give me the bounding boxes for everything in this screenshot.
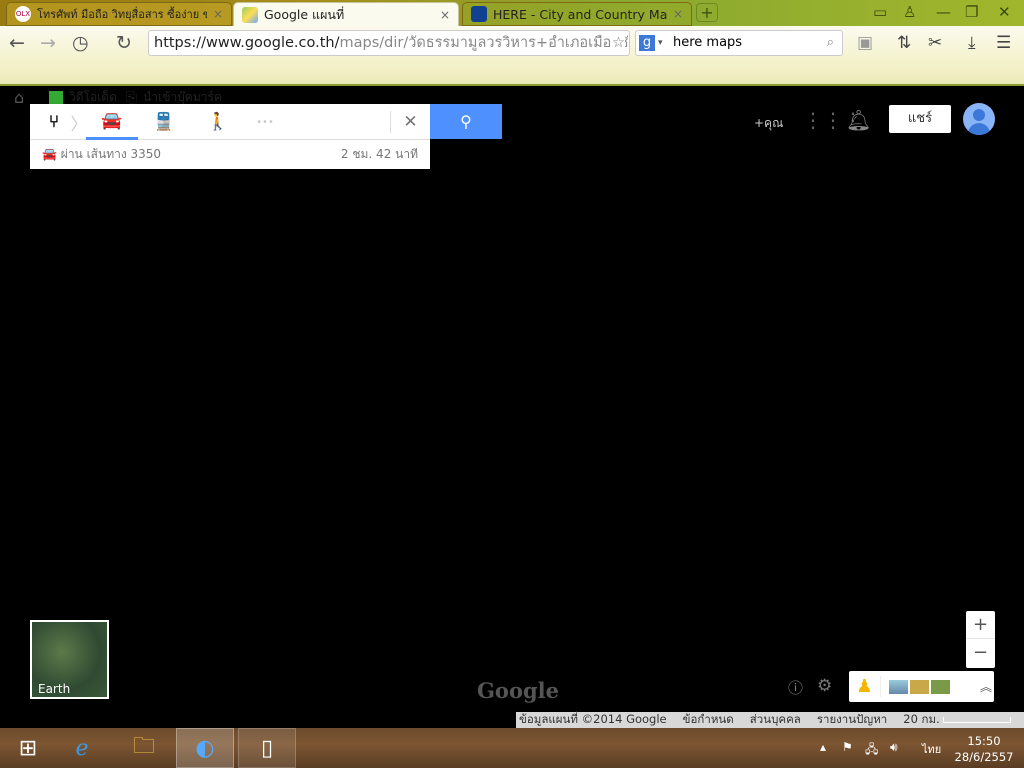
clock[interactable]: 15:50 28/6/2557 — [950, 733, 1018, 765]
new-tab-button[interactable]: + — [696, 3, 718, 22]
privacy-link[interactable]: ส่วนบุคคล — [750, 711, 801, 729]
search-button[interactable]: ⚲ — [430, 104, 502, 139]
map-data-credit: ข้อมูลแผนที่ ©2014 Google — [519, 712, 667, 726]
scissors-icon[interactable]: ✂ — [928, 33, 942, 53]
tab-strip: OLX โทรศัพท์ มือถือ วิทยุสื่อสาร ซื้อง่า… — [0, 0, 1024, 26]
sync-icon[interactable]: ⇅ — [897, 33, 911, 53]
scale-bar[interactable]: 20 กม. — [903, 711, 1012, 729]
file-explorer-icon[interactable]: 🗀 — [116, 728, 172, 768]
restore-icon[interactable]: ❐ — [965, 3, 978, 21]
back-icon[interactable]: ← — [9, 32, 25, 54]
car-icon: 🚘 — [42, 147, 57, 161]
walk-mode-tab[interactable]: 🚶 — [200, 104, 236, 140]
zoom-in-button[interactable]: + — [966, 611, 995, 639]
search-icon[interactable]: ⌕ — [827, 31, 834, 55]
more-modes-button[interactable]: ••• — [250, 104, 280, 140]
share-button[interactable]: แชร์ — [889, 105, 951, 133]
plus-you-link[interactable]: +คุณ — [754, 114, 783, 133]
url-path: maps/dir/วัดธรรมามูลวรวิหาร+อำเภอเมืองชั… — [339, 35, 630, 51]
close-directions-button[interactable]: ✕ — [390, 111, 430, 133]
search-icon: ⚲ — [460, 112, 472, 131]
star-icon[interactable]: ☆ — [612, 31, 625, 55]
video-icon — [49, 90, 63, 105]
volume-icon[interactable]: 🔊︎ — [890, 740, 898, 755]
directions-icon[interactable]: ⑂ — [36, 104, 72, 140]
photo-thumb[interactable] — [889, 679, 908, 694]
url-host: https://www.google.co.th/ — [154, 35, 340, 51]
directions-panel: ⑂ 〉 🚘 🚆 🚶 ••• ✕ 🚘 ผ่าน เส้นทาง 3350 2 ชม… — [30, 104, 430, 169]
google-logo: Google — [477, 678, 559, 703]
clock-time: 15:50 — [967, 734, 1001, 748]
forward-icon[interactable]: → — [40, 32, 56, 54]
earth-label: Earth — [38, 682, 71, 696]
engine-dropdown-icon[interactable]: ▾ — [658, 31, 663, 55]
tab-label: HERE - City and Country Ma — [493, 6, 667, 22]
tab-here[interactable]: HERE - City and Country Ma × — [462, 2, 692, 26]
search-box[interactable]: g ▾ here maps ⌕ — [635, 30, 843, 56]
transit-mode-tab[interactable]: 🚆 — [146, 104, 182, 140]
download-icon[interactable]: ⤓ — [968, 33, 976, 53]
pegman-icon[interactable]: ♟ — [849, 676, 881, 697]
reload-icon[interactable]: ↻ — [116, 32, 132, 54]
scale-line — [943, 717, 1012, 723]
browser-taskbar-icon[interactable]: ◐ — [176, 728, 234, 768]
report-problem-link[interactable]: รายงานปัญหา — [817, 711, 887, 729]
earth-view-toggle[interactable]: Earth — [30, 620, 109, 699]
tab-label: โทรศัพท์ มือถือ วิทยุสื่อสาร ซื้อง่าย ขา — [37, 8, 207, 21]
scale-label: 20 กม. — [903, 712, 940, 726]
map-footer: ข้อมูลแผนที่ ©2014 Google ข้อกำหนด ส่วนบ… — [516, 712, 1024, 728]
avatar[interactable] — [963, 103, 995, 135]
tv-icon[interactable]: ▣ — [857, 33, 873, 53]
phone-app-icon[interactable]: ▯ — [238, 728, 296, 768]
route-summary[interactable]: 🚘 ผ่าน เส้นทาง 3350 2 ชม. 42 นาที — [30, 140, 430, 169]
google-maps-icon — [242, 6, 258, 23]
notifications-bell-icon[interactable]: 🔔︎ — [846, 108, 871, 132]
tray-expand-icon[interactable]: ▴ — [820, 740, 826, 754]
help-icon[interactable]: ⓘ — [788, 677, 803, 698]
terms-link[interactable]: ข้อกำหนด — [683, 711, 734, 729]
settings-gear-icon[interactable]: ⚙ — [817, 676, 832, 696]
network-icon[interactable]: 🖧 — [865, 740, 878, 761]
tab-label: Google แผนที่ — [264, 6, 345, 22]
address-bar[interactable]: https://www.google.co.th/maps/dir/วัดธรร… — [148, 30, 630, 56]
tab-google-maps[interactable]: Google แผนที่ × — [233, 2, 459, 26]
language-indicator[interactable]: ไทย — [922, 740, 941, 758]
windows-start-icon[interactable]: ⊞ — [0, 728, 56, 768]
skin-icon[interactable]: ♙ — [903, 3, 916, 21]
route-duration: 2 ชม. 42 นาที — [340, 147, 418, 161]
car-mode-tab[interactable]: 🚘 — [86, 104, 138, 140]
photo-thumb[interactable] — [931, 679, 950, 694]
google-search-engine-icon[interactable]: g — [639, 35, 655, 51]
ie-icon[interactable]: ℯ — [54, 728, 110, 768]
close-tab-icon[interactable]: × — [673, 7, 683, 21]
search-input[interactable]: here maps — [673, 31, 742, 55]
imagery-panel: ♟ ︽ — [849, 671, 994, 702]
close-tab-icon[interactable]: × — [213, 7, 223, 21]
zoom-out-button[interactable]: − — [966, 639, 995, 667]
zoom-control: + − — [966, 611, 995, 668]
olx-icon: OLX — [15, 6, 31, 22]
close-window-icon[interactable]: ✕ — [998, 3, 1011, 21]
action-center-flag-icon[interactable]: ⚑ — [842, 740, 853, 754]
history-icon[interactable]: ◷ — [72, 32, 89, 54]
clock-date: 28/6/2557 — [954, 750, 1014, 764]
feedback-icon[interactable]: ▭ — [873, 3, 887, 21]
chevron-right-icon: 〉 — [70, 114, 88, 135]
minimize-icon[interactable]: — — [936, 3, 951, 21]
home-icon[interactable]: ⌂ — [14, 88, 24, 107]
tab-olx[interactable]: OLX โทรศัพท์ มือถือ วิทยุสื่อสาร ซื้อง่า… — [6, 2, 232, 26]
close-tab-icon[interactable]: × — [440, 8, 450, 22]
here-icon — [471, 6, 487, 22]
photo-thumb[interactable] — [910, 679, 929, 694]
expand-up-icon[interactable]: ︽ — [980, 678, 992, 695]
route-via: ผ่าน เส้นทาง 3350 — [60, 147, 162, 161]
menu-icon[interactable]: ☰ — [996, 33, 1011, 53]
